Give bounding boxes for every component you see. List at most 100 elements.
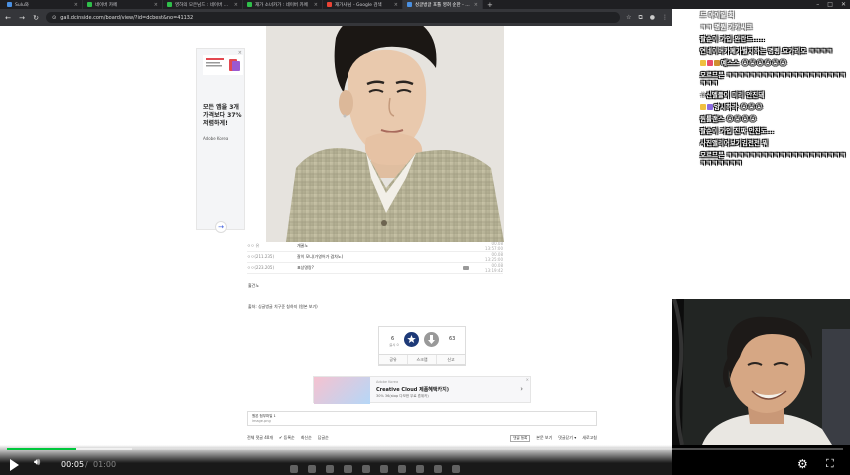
downvote-count: 63: [449, 336, 456, 342]
taskbar-app-icon[interactable]: [416, 465, 424, 473]
thumb-down-icon: [428, 335, 435, 344]
taskbar-app-icon[interactable]: [290, 465, 298, 473]
taskbar-app-icon[interactable]: [362, 465, 370, 473]
comment-row: ㅇㅇ 유 개꿀노 00.08 13:57:00: [247, 241, 503, 252]
extensions-icon[interactable]: ⧉: [638, 14, 642, 22]
sort-latest[interactable]: 최신순: [301, 435, 312, 441]
buffer-bar: [76, 448, 133, 450]
tab-label: 싱글벙글 포톨 영혀 순한 - 실시...: [415, 2, 471, 8]
browser-tab[interactable]: 영하의 모은님드 : 네이버 카페 ×: [163, 0, 243, 9]
comment-text: 잘이 모니(가영어가 겸차노): [297, 254, 344, 259]
gear-icon[interactable]: ⚙: [797, 457, 808, 471]
seek-bar[interactable]: [7, 448, 843, 450]
banner-ad-close[interactable]: ×: [526, 377, 529, 382]
comment-total: 전체 댓글 40개: [247, 435, 274, 440]
browser-tab[interactable]: 싱글벙글 포톨 영혀 순한 - 실시...×: [403, 0, 483, 9]
tab-close-icon[interactable]: ×: [234, 2, 238, 8]
tab-close-icon[interactable]: ×: [474, 2, 478, 8]
comment-text: 개꿀노: [297, 243, 309, 248]
browser-toolbar: ← → ↻ ⊙ gall.dcinside.com/board/view/?id…: [0, 9, 672, 26]
current-time: 00:05: [61, 460, 85, 469]
volume-icon[interactable]: 🔊︎: [34, 457, 40, 468]
downvote-button[interactable]: [424, 332, 439, 347]
new-tab-button[interactable]: +: [487, 1, 493, 9]
chevron-right-icon[interactable]: ›: [520, 385, 523, 393]
bookmark-star-icon[interactable]: ☆: [626, 14, 631, 22]
streamer-webcam-image: [672, 299, 850, 445]
view-body-button[interactable]: 본문 보기: [536, 435, 552, 441]
banner-ad-sub: 30% 36(stop 다모한 무료 혼위카): [376, 394, 429, 398]
chat-message-text: 사진앨리어보기김전전 뭐: [700, 139, 769, 147]
tab-close-icon[interactable]: ×: [154, 2, 158, 8]
chat-message: ㅋㅋ 명원 가카씨크: [700, 23, 850, 31]
site-info-icon[interactable]: ⊙: [52, 15, 56, 21]
ad-thumbnail: [314, 377, 370, 404]
chat-message-text: ☆신델들이 미리 안진돼: [700, 91, 765, 99]
browser-tab[interactable]: 재가 소녀카가 : 네이버 카페 ×: [243, 0, 323, 9]
sort-reply[interactable]: 답글순: [318, 435, 329, 441]
chat-message: 팔순이 가입 진짜 안진도...: [700, 127, 850, 135]
chat-message-text: 팔순이 가입 완란드.....: [700, 35, 765, 43]
url-text: gall.dcinside.com/board/view/?id=dcbest&…: [60, 14, 194, 21]
ad-close-button[interactable]: ×: [238, 50, 242, 56]
side-ad[interactable]: × 모든 앱을 3개 가격보다 37% 저렴하게! Adobe Korea →: [196, 48, 245, 233]
chat-message-text: 원틀랜스 😭😭😭😭: [700, 115, 757, 123]
comment-author[interactable]: ㅇㅇ(211.235): [247, 254, 297, 260]
fullscreen-icon[interactable]: ⛶: [826, 457, 834, 471]
back-icon[interactable]: ←: [4, 14, 12, 22]
chat-message-text: 드 아이일 회: [700, 11, 735, 19]
report-button[interactable]: 신고: [437, 355, 465, 364]
minimize-icon[interactable]: –: [816, 0, 819, 9]
taskbar-app-icon[interactable]: [344, 465, 352, 473]
scrap-button[interactable]: 스크랩: [408, 355, 437, 364]
taskbar-app-icon[interactable]: [452, 465, 460, 473]
profile-icon[interactable]: ●: [650, 14, 655, 22]
chat-message: 드 아이일 회: [700, 11, 850, 19]
refresh-button[interactable]: 새로고침: [582, 435, 597, 441]
reload-icon[interactable]: ↻: [32, 14, 40, 22]
chat-message: 사진앨리어보기김전전 뭐: [700, 139, 850, 147]
menu-icon[interactable]: ⋮: [662, 14, 668, 22]
upvote-button[interactable]: [404, 332, 419, 347]
close-window-icon[interactable]: ✕: [841, 0, 846, 9]
upvote-sub: 실시 0: [389, 343, 399, 347]
browser-tab[interactable]: Sulu와 ×: [3, 0, 83, 9]
tab-label: 네이버 카페: [95, 2, 118, 8]
browser-tab[interactable]: 재가사님 - Google 검색 ×: [323, 0, 403, 9]
taskbar-app-icon[interactable]: [398, 465, 406, 473]
tab-favicon-icon: [327, 2, 332, 7]
taskbar-app-icon[interactable]: [434, 465, 442, 473]
comment-register-button[interactable]: 댓글 등록: [510, 434, 531, 442]
chat-panel: 드 아이일 회 ㅋㅋ 명원 가카씨크팔순이 가입 완란드..... 연네이버카페가벌…: [672, 9, 850, 299]
play-icon[interactable]: [10, 459, 19, 471]
banner-ad[interactable]: Adobe Korea Creative Cloud 제품혜택카지) 30% 3…: [313, 376, 531, 404]
taskbar-app-icon[interactable]: [308, 465, 316, 473]
sort-register[interactable]: ✔ 등록순: [279, 435, 295, 441]
attachment-file[interactable]: image.png: [252, 419, 592, 424]
address-bar[interactable]: ⊙ gall.dcinside.com/board/view/?id=dcbes…: [46, 12, 621, 23]
progress-fill: [7, 448, 77, 450]
tab-label: 재가 소녀카가 : 네이버 카페: [255, 2, 308, 8]
taskbar-app-icon[interactable]: [326, 465, 334, 473]
comment-close-button[interactable]: 댓글닫기 ▾: [558, 435, 576, 441]
comment-author[interactable]: ㅇㅇ(223.205): [247, 265, 297, 271]
comment-author[interactable]: ㅇㅇ 유: [247, 243, 297, 249]
chat-message: 연네이버카페가벌지하는 명령 요가리오 ㅋㅋㅋㅋ: [700, 47, 850, 55]
chat-message: 팔순이 가입 완란드.....: [700, 35, 850, 43]
taskbar-app-icon[interactable]: [380, 465, 388, 473]
share-button[interactable]: 공유: [379, 355, 408, 364]
tab-close-icon[interactable]: ×: [394, 2, 398, 8]
chat-badge-icon: [700, 104, 706, 110]
maximize-icon[interactable]: □: [827, 0, 833, 9]
tab-close-icon[interactable]: ×: [314, 2, 318, 8]
post-photo: [266, 26, 504, 242]
forward-icon[interactable]: →: [18, 14, 26, 22]
browser-tab[interactable]: 네이버 카페 ×: [83, 0, 163, 9]
post-source-line[interactable]: 출처: 싱글벙글 치구준 칭하지 (원본 보기): [248, 304, 318, 310]
tab-close-icon[interactable]: ×: [74, 2, 78, 8]
webcam-feed: [672, 299, 850, 445]
chat-message: 예스스 😭😭😭😭😭😭: [700, 59, 850, 67]
upvote-count: 6: [391, 336, 395, 342]
ad-arrow-icon[interactable]: →: [215, 221, 227, 233]
ad-logo-icon: [203, 55, 243, 75]
